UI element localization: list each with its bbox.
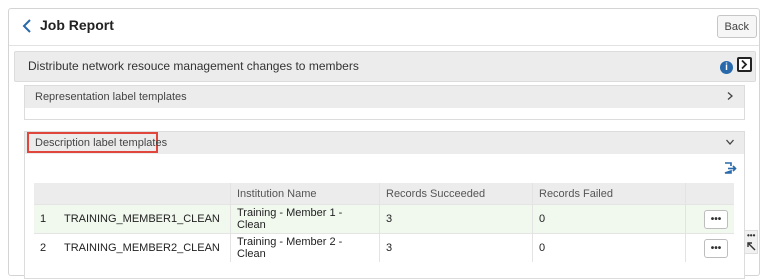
more-actions-button[interactable]: •••: [704, 209, 728, 229]
more-actions-button[interactable]: •••: [704, 238, 728, 258]
col-succeeded-header: Records Succeeded: [379, 183, 533, 205]
row-institution: Training - Member 1 - Clean: [230, 204, 380, 234]
representation-section-header[interactable]: Representation label templates: [25, 86, 744, 108]
chevron-left-icon[interactable]: [19, 18, 35, 34]
chevron-right-icon[interactable]: [725, 91, 735, 101]
resize-icon[interactable]: [747, 242, 756, 251]
representation-section-label: Representation label templates: [35, 91, 187, 103]
row-institution: Training - Member 2 - Clean: [230, 233, 380, 262]
col-institution-header: Institution Name: [230, 183, 380, 205]
col-actions-header: [685, 183, 734, 205]
table-row: 2 TRAINING_MEMBER2_CLEAN Training - Memb…: [34, 233, 734, 262]
back-button[interactable]: Back: [716, 15, 757, 38]
results-table: Institution Name Records Succeeded Recor…: [34, 183, 734, 262]
row-actions-cell: •••: [685, 233, 734, 262]
expand-panel-icon[interactable]: [737, 57, 752, 72]
info-icon[interactable]: i: [720, 61, 733, 74]
row-failed: 0: [532, 204, 686, 234]
row-succeeded: 3: [379, 233, 533, 262]
row-code: TRAINING_MEMBER2_CLEAN: [58, 233, 231, 262]
row-failed: 0: [532, 233, 686, 262]
row-index: 1: [34, 204, 58, 234]
description-section-header[interactable]: Description label templates: [25, 132, 744, 154]
job-report-panel: Job Report Back Distribute network resou…: [8, 8, 760, 279]
table-row: 1 TRAINING_MEMBER1_CLEAN Training - Memb…: [34, 204, 734, 234]
row-actions-cell: •••: [685, 204, 734, 234]
row-code: TRAINING_MEMBER1_CLEAN: [58, 204, 231, 234]
more-actions-icon[interactable]: •••: [747, 231, 755, 240]
job-title: Distribute network resouce management ch…: [28, 59, 359, 73]
chevron-down-icon[interactable]: [725, 137, 735, 147]
row-succeeded: 3: [379, 204, 533, 234]
representation-section: Representation label templates: [24, 85, 745, 120]
row-index: 2: [34, 233, 58, 262]
page-header: Job Report Back: [9, 9, 759, 46]
col-failed-header: Records Failed: [532, 183, 686, 205]
table-header-row: Institution Name Records Succeeded Recor…: [34, 183, 734, 205]
job-title-bar: Distribute network resouce management ch…: [14, 51, 756, 82]
col-index-header: [34, 183, 58, 205]
col-code-header: [58, 183, 231, 205]
page-title: Job Report: [40, 17, 114, 33]
export-icon[interactable]: [723, 161, 737, 175]
side-tools: •••: [744, 230, 758, 254]
description-section-label: Description label templates: [35, 137, 168, 149]
